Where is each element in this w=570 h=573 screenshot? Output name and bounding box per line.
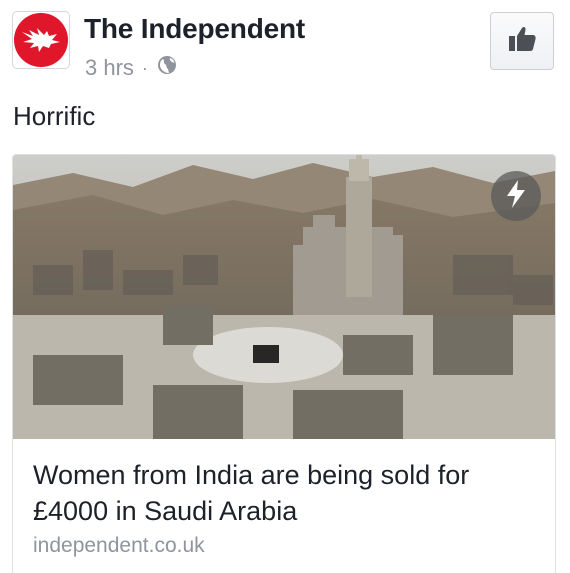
eagle-logo-icon (14, 13, 68, 67)
link-domain: independent.co.uk (33, 534, 205, 557)
post-timestamp[interactable]: 3 hrs (85, 55, 134, 81)
like-page-button[interactable] (490, 12, 554, 70)
post-meta: 3 hrs · (85, 55, 177, 81)
link-title[interactable]: Women from India are being sold for £400… (33, 457, 533, 529)
lightning-bolt-icon (505, 179, 527, 213)
instant-article-badge (491, 171, 541, 221)
page-avatar[interactable] (13, 12, 69, 68)
thumbs-up-icon (507, 25, 537, 58)
globe-icon (157, 55, 177, 81)
link-preview-image[interactable] (13, 155, 555, 439)
link-preview-card[interactable]: Women from India are being sold for £400… (12, 154, 556, 573)
page-name-link[interactable]: The Independent (84, 13, 305, 45)
post-message: Horrific (13, 101, 96, 131)
meta-separator: · (141, 57, 148, 78)
facebook-post: The Independent 3 hrs · Horrific Women f… (0, 0, 570, 573)
